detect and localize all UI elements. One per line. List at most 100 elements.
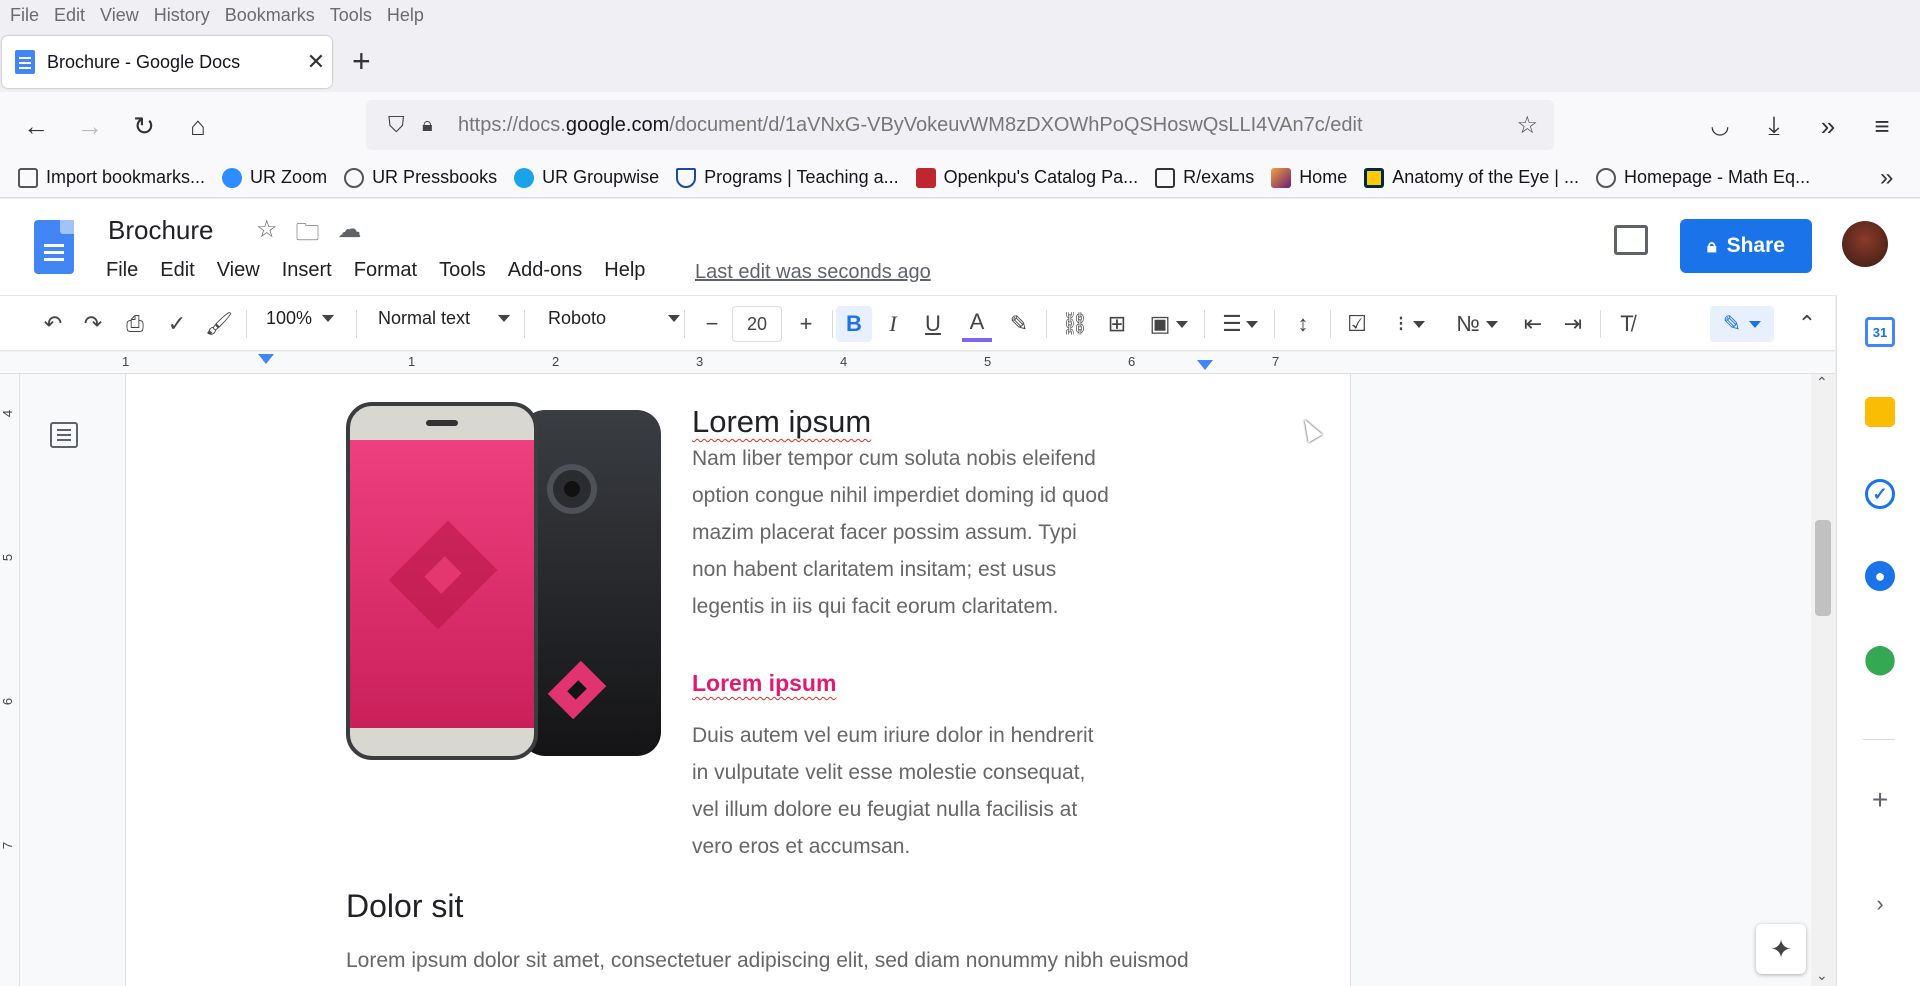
docs-menu-addons[interactable]: Add-ons xyxy=(508,259,583,282)
decrease-indent-icon[interactable]: ⇤ xyxy=(1518,306,1548,342)
heading-lorem-ipsum[interactable]: Lorem ipsum xyxy=(692,404,871,440)
bookmark-home[interactable]: Home xyxy=(1271,167,1347,188)
paragraph-nam-liber[interactable]: Nam liber tempor cum soluta nobis eleife… xyxy=(692,440,1112,625)
bookmark-openkpu[interactable]: Openkpu's Catalog Pa... xyxy=(915,167,1138,188)
docs-menu-file[interactable]: File xyxy=(106,259,138,282)
paint-format-icon[interactable]: 🖌︎ xyxy=(204,306,234,342)
bold-icon[interactable]: B xyxy=(836,306,872,342)
tab-brochure[interactable]: Brochure - Google Docs ✕ xyxy=(2,36,332,88)
editing-mode-pencil-icon[interactable]: ✎ xyxy=(1710,306,1774,342)
bulleted-list-icon[interactable]: ⁝ xyxy=(1386,306,1436,342)
document-title[interactable]: Brochure xyxy=(108,215,214,246)
link-icon[interactable]: ⛓︎ xyxy=(1060,306,1090,342)
download-icon[interactable]: ⤓ xyxy=(1754,106,1794,146)
document-outline-icon[interactable] xyxy=(50,422,78,448)
explore-icon[interactable]: ✦ xyxy=(1756,924,1806,974)
scroll-down-icon[interactable]: ⌄ xyxy=(1816,967,1828,984)
font-select[interactable]: Roboto xyxy=(548,308,681,329)
horizontal-ruler[interactable]: 1 1 2 3 4 5 6 7 xyxy=(0,352,1835,374)
font-size-input[interactable]: 20 xyxy=(732,306,782,342)
scroll-up-icon[interactable]: ⌃ xyxy=(1816,374,1828,391)
star-icon[interactable]: ☆ xyxy=(1516,111,1538,140)
print-icon[interactable]: ⎙ xyxy=(120,306,150,342)
star-icon[interactable]: ☆ xyxy=(256,215,278,256)
bookmark-ur-groupwise[interactable]: UR Groupwise xyxy=(514,167,659,188)
home-icon[interactable]: ⌂ xyxy=(178,106,218,146)
bookmark-import[interactable]: Import bookmarks... xyxy=(18,167,205,188)
url-bar[interactable]: ⛉ 🔒︎ https://docs.google.com/document/d/… xyxy=(366,100,1554,150)
avatar[interactable] xyxy=(1842,221,1888,267)
bookmark-math-eq[interactable]: Homepage - Math Eq... xyxy=(1595,167,1810,188)
close-icon[interactable]: ✕ xyxy=(300,49,332,75)
increase-font-size-icon[interactable]: + xyxy=(788,306,824,342)
lock-icon[interactable]: 🔒︎ xyxy=(422,114,433,137)
cloud-saved-icon[interactable]: ☁︎ xyxy=(338,215,362,256)
text-color-icon[interactable]: A xyxy=(962,306,992,342)
bookmark-programs[interactable]: Programs | Teaching a... xyxy=(676,167,899,188)
italic-icon[interactable]: I xyxy=(878,306,908,342)
right-indent-marker[interactable] xyxy=(1197,360,1213,370)
menu-tools[interactable]: Tools xyxy=(330,5,372,26)
subheading-lorem-ipsum[interactable]: Lorem ipsum xyxy=(692,670,836,697)
keep-icon[interactable] xyxy=(1865,397,1895,427)
expand-panel-chevron-icon[interactable]: › xyxy=(1865,889,1895,919)
hamburger-menu-icon[interactable]: ≡ xyxy=(1862,106,1902,146)
share-button[interactable]: 🔒︎ Share xyxy=(1680,219,1812,273)
bookmark-rexams[interactable]: R/exams xyxy=(1155,167,1254,188)
vertical-scrollbar[interactable]: ⌃ ⌄ xyxy=(1811,374,1835,986)
menu-file[interactable]: File xyxy=(10,5,39,26)
contacts-icon[interactable]: ● xyxy=(1865,561,1895,591)
last-edit-link[interactable]: Last edit was seconds ago xyxy=(695,261,931,284)
docs-menu-tools[interactable]: Tools xyxy=(439,259,486,282)
menu-bookmarks[interactable]: Bookmarks xyxy=(225,5,315,26)
line-spacing-icon[interactable]: ↕ xyxy=(1288,306,1318,342)
left-indent-marker[interactable] xyxy=(258,354,274,364)
paragraph-duis-autem[interactable]: Duis autem vel eum iriure dolor in hendr… xyxy=(692,717,1102,865)
align-left-icon[interactable]: ☰ xyxy=(1218,306,1262,342)
bookmark-ur-pressbooks[interactable]: UR Pressbooks xyxy=(344,167,497,188)
bookmarks-overflow-icon[interactable]: » xyxy=(1880,164,1893,192)
spellcheck-icon[interactable]: ✓ xyxy=(162,306,192,342)
redo-icon[interactable]: ↷ xyxy=(78,306,108,342)
vertical-ruler[interactable]: 4 5 6 7 xyxy=(0,374,20,986)
chevron-up-icon[interactable]: ⌃ xyxy=(1792,306,1822,342)
style-select[interactable]: Normal text xyxy=(378,308,511,329)
add-comment-icon[interactable]: ⊞ xyxy=(1102,306,1132,342)
paragraph-lorem-dolor[interactable]: Lorem ipsum dolor sit amet, consectetuer… xyxy=(346,942,1326,979)
overflow-chevrons-icon[interactable]: » xyxy=(1808,106,1848,146)
docs-menu-view[interactable]: View xyxy=(217,259,260,282)
insert-image-icon[interactable]: ▣ xyxy=(1144,306,1194,342)
move-folder-icon[interactable]: 🗀︎ xyxy=(296,215,320,256)
numbered-list-icon[interactable]: № xyxy=(1452,306,1502,342)
comment-history-icon[interactable] xyxy=(1614,225,1648,255)
menu-help[interactable]: Help xyxy=(387,5,424,26)
pocket-icon[interactable]: ◡ xyxy=(1700,106,1740,146)
highlight-pen-icon[interactable]: ✎ xyxy=(1004,306,1034,342)
docs-menu-edit[interactable]: Edit xyxy=(160,259,194,282)
maps-icon[interactable]: ⬤ xyxy=(1864,643,1895,674)
heading-dolor-sit[interactable]: Dolor sit xyxy=(346,888,463,925)
add-addon-plus-icon[interactable]: + xyxy=(1865,784,1895,815)
bookmark-ur-zoom[interactable]: UR Zoom xyxy=(222,167,327,188)
underline-icon[interactable]: U xyxy=(918,306,948,342)
scrollbar-thumb[interactable] xyxy=(1815,520,1831,616)
zoom-select[interactable]: 100% xyxy=(266,308,335,329)
menu-view[interactable]: View xyxy=(100,5,139,26)
reload-icon[interactable]: ↻ xyxy=(124,106,164,146)
new-tab-plus-icon[interactable]: + xyxy=(352,44,371,78)
docs-menu-help[interactable]: Help xyxy=(604,259,645,282)
bookmark-anatomy-eye[interactable]: Anatomy of the Eye | ... xyxy=(1364,167,1579,188)
clear-formatting-icon[interactable]: T̸ xyxy=(1612,306,1642,342)
shield-icon[interactable]: ⛉ xyxy=(388,112,405,138)
calendar-icon[interactable]: 31 xyxy=(1865,317,1895,347)
menu-history[interactable]: History xyxy=(154,5,210,26)
docs-logo-icon[interactable] xyxy=(34,220,74,274)
url-text[interactable]: https://docs.google.com/document/d/1aVNx… xyxy=(458,114,1363,137)
checklist-icon[interactable]: ☑ xyxy=(1342,306,1372,342)
undo-icon[interactable]: ↶ xyxy=(38,306,68,342)
decrease-font-size-icon[interactable]: − xyxy=(694,306,730,342)
docs-menu-insert[interactable]: Insert xyxy=(282,259,332,282)
back-arrow-icon[interactable]: ← xyxy=(16,106,56,146)
increase-indent-icon[interactable]: ⇥ xyxy=(1558,306,1588,342)
document-page[interactable]: Lorem ipsum Nam liber tempor cum soluta … xyxy=(125,374,1351,986)
